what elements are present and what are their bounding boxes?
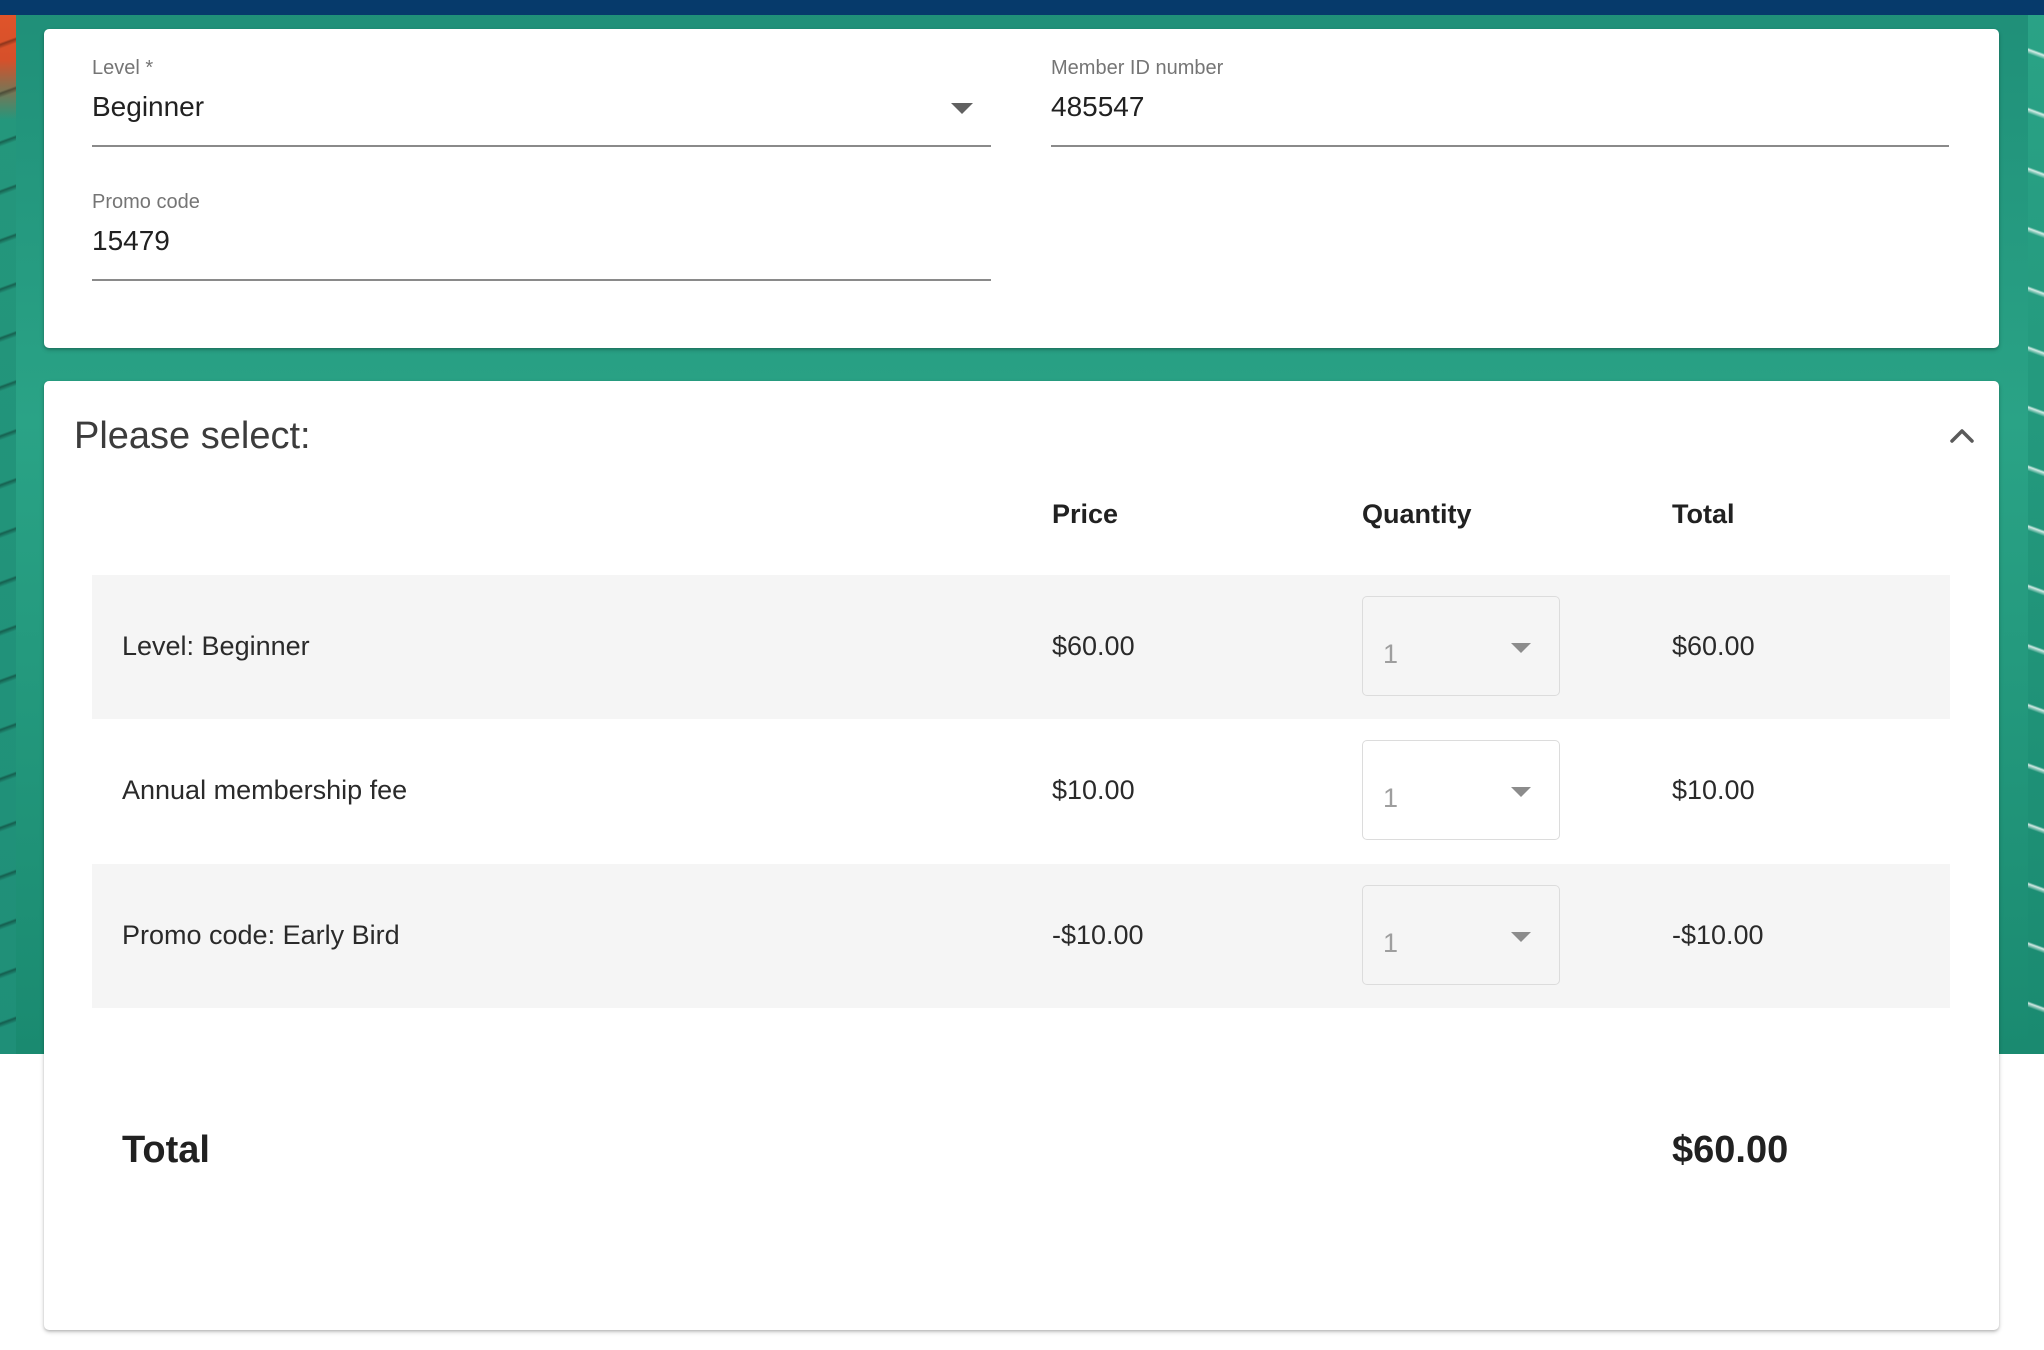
row-total: -$10.00: [1672, 920, 1764, 950]
row-description: Level: Beginner: [122, 631, 310, 661]
row-price: -$10.00: [1052, 920, 1144, 950]
member-id-field[interactable]: Member ID number 485547: [1051, 29, 1949, 147]
table-row: Annual membership fee $10.00 1 $10.00: [92, 719, 1950, 863]
quantity-select[interactable]: 1: [1362, 885, 1560, 985]
member-id-label: Member ID number: [1051, 57, 1224, 79]
chevron-up-icon[interactable]: [1947, 423, 1977, 447]
price-header: Price: [1052, 499, 1119, 529]
row-price: $60.00: [1052, 631, 1135, 661]
quantity-value: 1: [1383, 639, 1399, 669]
quantity-value: 1: [1383, 783, 1399, 813]
member-id-value[interactable]: 485547: [1051, 91, 1144, 123]
grand-total-label: Total: [122, 1129, 210, 1171]
table-row: Level: Beginner $60.00 1 $60.00: [92, 575, 1950, 719]
quantity-value: 1: [1383, 928, 1399, 958]
total-header: Total: [1672, 499, 1735, 529]
level-underline: [92, 145, 991, 147]
selection-card: Please select: Price Quantity Total Leve…: [44, 381, 1999, 1330]
promo-code-underline: [92, 279, 991, 281]
row-price: $10.00: [1052, 775, 1135, 805]
level-label: Level *: [92, 57, 154, 79]
row-total: $10.00: [1672, 775, 1755, 805]
caret-down-icon[interactable]: [951, 103, 973, 114]
table-row: Promo code: Early Bird -$10.00 1 -$10.00: [92, 864, 1950, 1008]
row-description: Annual membership fee: [122, 775, 408, 805]
promo-code-label: Promo code: [92, 191, 200, 213]
promo-code-value[interactable]: 15479: [92, 225, 170, 257]
row-description: Promo code: Early Bird: [122, 920, 400, 950]
member-id-underline: [1051, 145, 1949, 147]
caret-down-icon: [1511, 787, 1531, 797]
quantity-header: Quantity: [1362, 499, 1472, 529]
level-select[interactable]: Level * Beginner: [92, 29, 991, 147]
quantity-select[interactable]: 1: [1362, 740, 1560, 840]
top-app-bar: [0, 0, 2044, 15]
grand-total-value: $60.00: [1672, 1129, 1789, 1171]
caret-down-icon: [1511, 932, 1531, 942]
row-total: $60.00: [1672, 631, 1755, 661]
registration-form-card: Level * Beginner Member ID number 485547…: [44, 29, 1999, 348]
promo-code-field[interactable]: Promo code 15479: [92, 163, 991, 281]
level-value: Beginner: [92, 91, 205, 122]
caret-down-icon: [1511, 643, 1531, 653]
quantity-select[interactable]: 1: [1362, 596, 1560, 696]
section-title: Please select:: [74, 415, 311, 457]
